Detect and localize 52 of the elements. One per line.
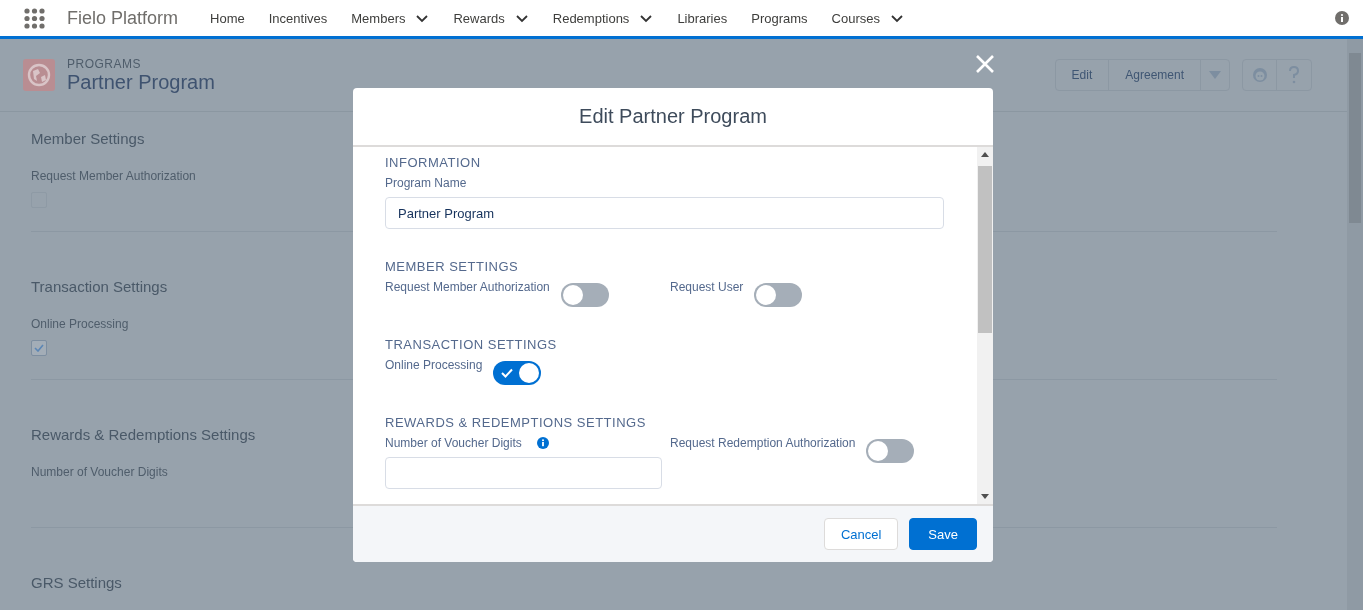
toggle-switch[interactable]: [560, 283, 609, 307]
section-heading: INFORMATION: [385, 155, 482, 170]
section-heading: Member Settings: [31, 130, 145, 147]
check-icon: [501, 368, 514, 378]
caret-down-icon: [1209, 71, 1221, 79]
scrollbar[interactable]: [977, 147, 993, 504]
nav-tab[interactable]: Libraries: [665, 0, 740, 36]
field-label: Request User: [670, 280, 744, 294]
cancel-button[interactable]: Cancel: [823, 518, 899, 550]
nav-tab[interactable]: Courses: [819, 0, 916, 36]
question-icon: [1288, 66, 1300, 84]
field-label: Program Name: [385, 176, 467, 190]
info-icon[interactable]: [536, 437, 549, 449]
field-label: Request Redemption Authorization: [670, 436, 856, 450]
scroll-down-icon: [981, 494, 989, 499]
toggle-switch[interactable]: [866, 439, 915, 463]
field-label: Online Processing: [31, 317, 129, 331]
section-heading: TRANSACTION SETTINGS: [385, 337, 558, 352]
save-button[interactable]: Save: [909, 518, 977, 550]
field-label: Number of Voucher Digits: [385, 436, 522, 450]
check-icon: [34, 344, 44, 352]
section-heading: REWARDS & REDEMPTIONS SETTINGS: [385, 415, 647, 430]
globe-icon: [23, 59, 55, 91]
app-launcher-icon[interactable]: [24, 7, 45, 29]
modal-title: Edit Partner Program: [579, 105, 767, 128]
section-heading: Rewards & Redemptions Settings: [31, 426, 256, 443]
scroll-up-icon: [981, 152, 989, 157]
toggle-switch[interactable]: [754, 283, 803, 307]
object-label: PROGRAMS: [67, 56, 142, 71]
nav-tab[interactable]: Redemptions: [540, 0, 666, 36]
section-heading: MEMBER SETTINGS: [385, 259, 520, 274]
nav-tab[interactable]: Members: [339, 0, 442, 36]
nav-tab[interactable]: Rewards: [441, 0, 541, 36]
text-input[interactable]: [385, 457, 662, 489]
record-title: Partner Program: [67, 70, 215, 94]
close-icon[interactable]: [975, 54, 995, 74]
field-label: Online Processing: [385, 358, 483, 372]
nav-tab[interactable]: Home: [198, 0, 257, 36]
text-input[interactable]: Partner Program: [385, 197, 944, 229]
info-icon[interactable]: [1335, 11, 1349, 25]
field-label: Request Member Authorization: [31, 169, 196, 183]
field-label: Number of Voucher Digits: [31, 465, 168, 479]
section-heading: Transaction Settings: [31, 278, 168, 295]
section-heading: GRS Settings: [31, 574, 122, 591]
checkbox[interactable]: [31, 340, 47, 356]
app-name: Fielo Platform: [67, 7, 179, 29]
toggle-switch[interactable]: [493, 361, 542, 385]
nav-tab[interactable]: Programs: [739, 0, 820, 36]
field-label: Request Member Authorization: [385, 280, 550, 294]
scrollbar[interactable]: [1347, 39, 1363, 610]
nav-tab[interactable]: Incentives: [256, 0, 340, 36]
face-icon: [1251, 67, 1268, 83]
